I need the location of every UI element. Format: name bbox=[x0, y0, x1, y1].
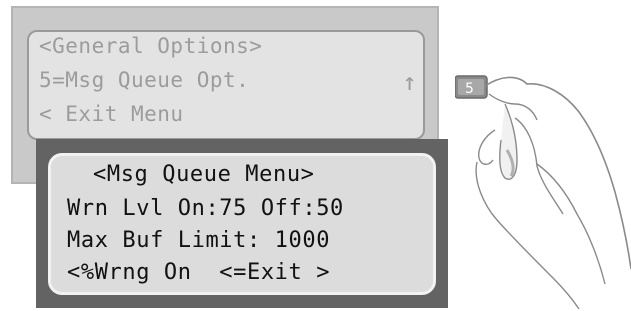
hand-pressing-key-illustration: 5 bbox=[455, 75, 631, 309]
msg-queue-lcd: <Msg Queue Menu> Wrn Lvl On:75 Off:50 Ma… bbox=[48, 153, 436, 295]
warning-toggle-exit-line[interactable]: <%Wrng On <=Exit > bbox=[67, 260, 330, 285]
msg-queue-title: <Msg Queue Menu> bbox=[93, 162, 315, 187]
menu-item-exit[interactable]: < Exit Menu bbox=[39, 102, 184, 126]
msg-queue-menu-panel: <Msg Queue Menu> Wrn Lvl On:75 Off:50 Ma… bbox=[36, 139, 448, 308]
max-buffer-limit-line[interactable]: Max Buf Limit: 1000 bbox=[67, 228, 330, 253]
menu-item-msg-queue-opt[interactable]: 5=Msg Queue Opt. bbox=[39, 68, 249, 92]
keypad-key-5[interactable]: 5 bbox=[455, 75, 488, 99]
general-options-lcd: <General Options> 5=Msg Queue Opt. ↑ < E… bbox=[27, 30, 425, 140]
warning-level-line[interactable]: Wrn Lvl On:75 Off:50 bbox=[67, 196, 344, 221]
key-label: 5 bbox=[465, 81, 474, 97]
up-arrow-icon: ↑ bbox=[402, 68, 417, 96]
general-options-title: <General Options> bbox=[39, 34, 263, 58]
